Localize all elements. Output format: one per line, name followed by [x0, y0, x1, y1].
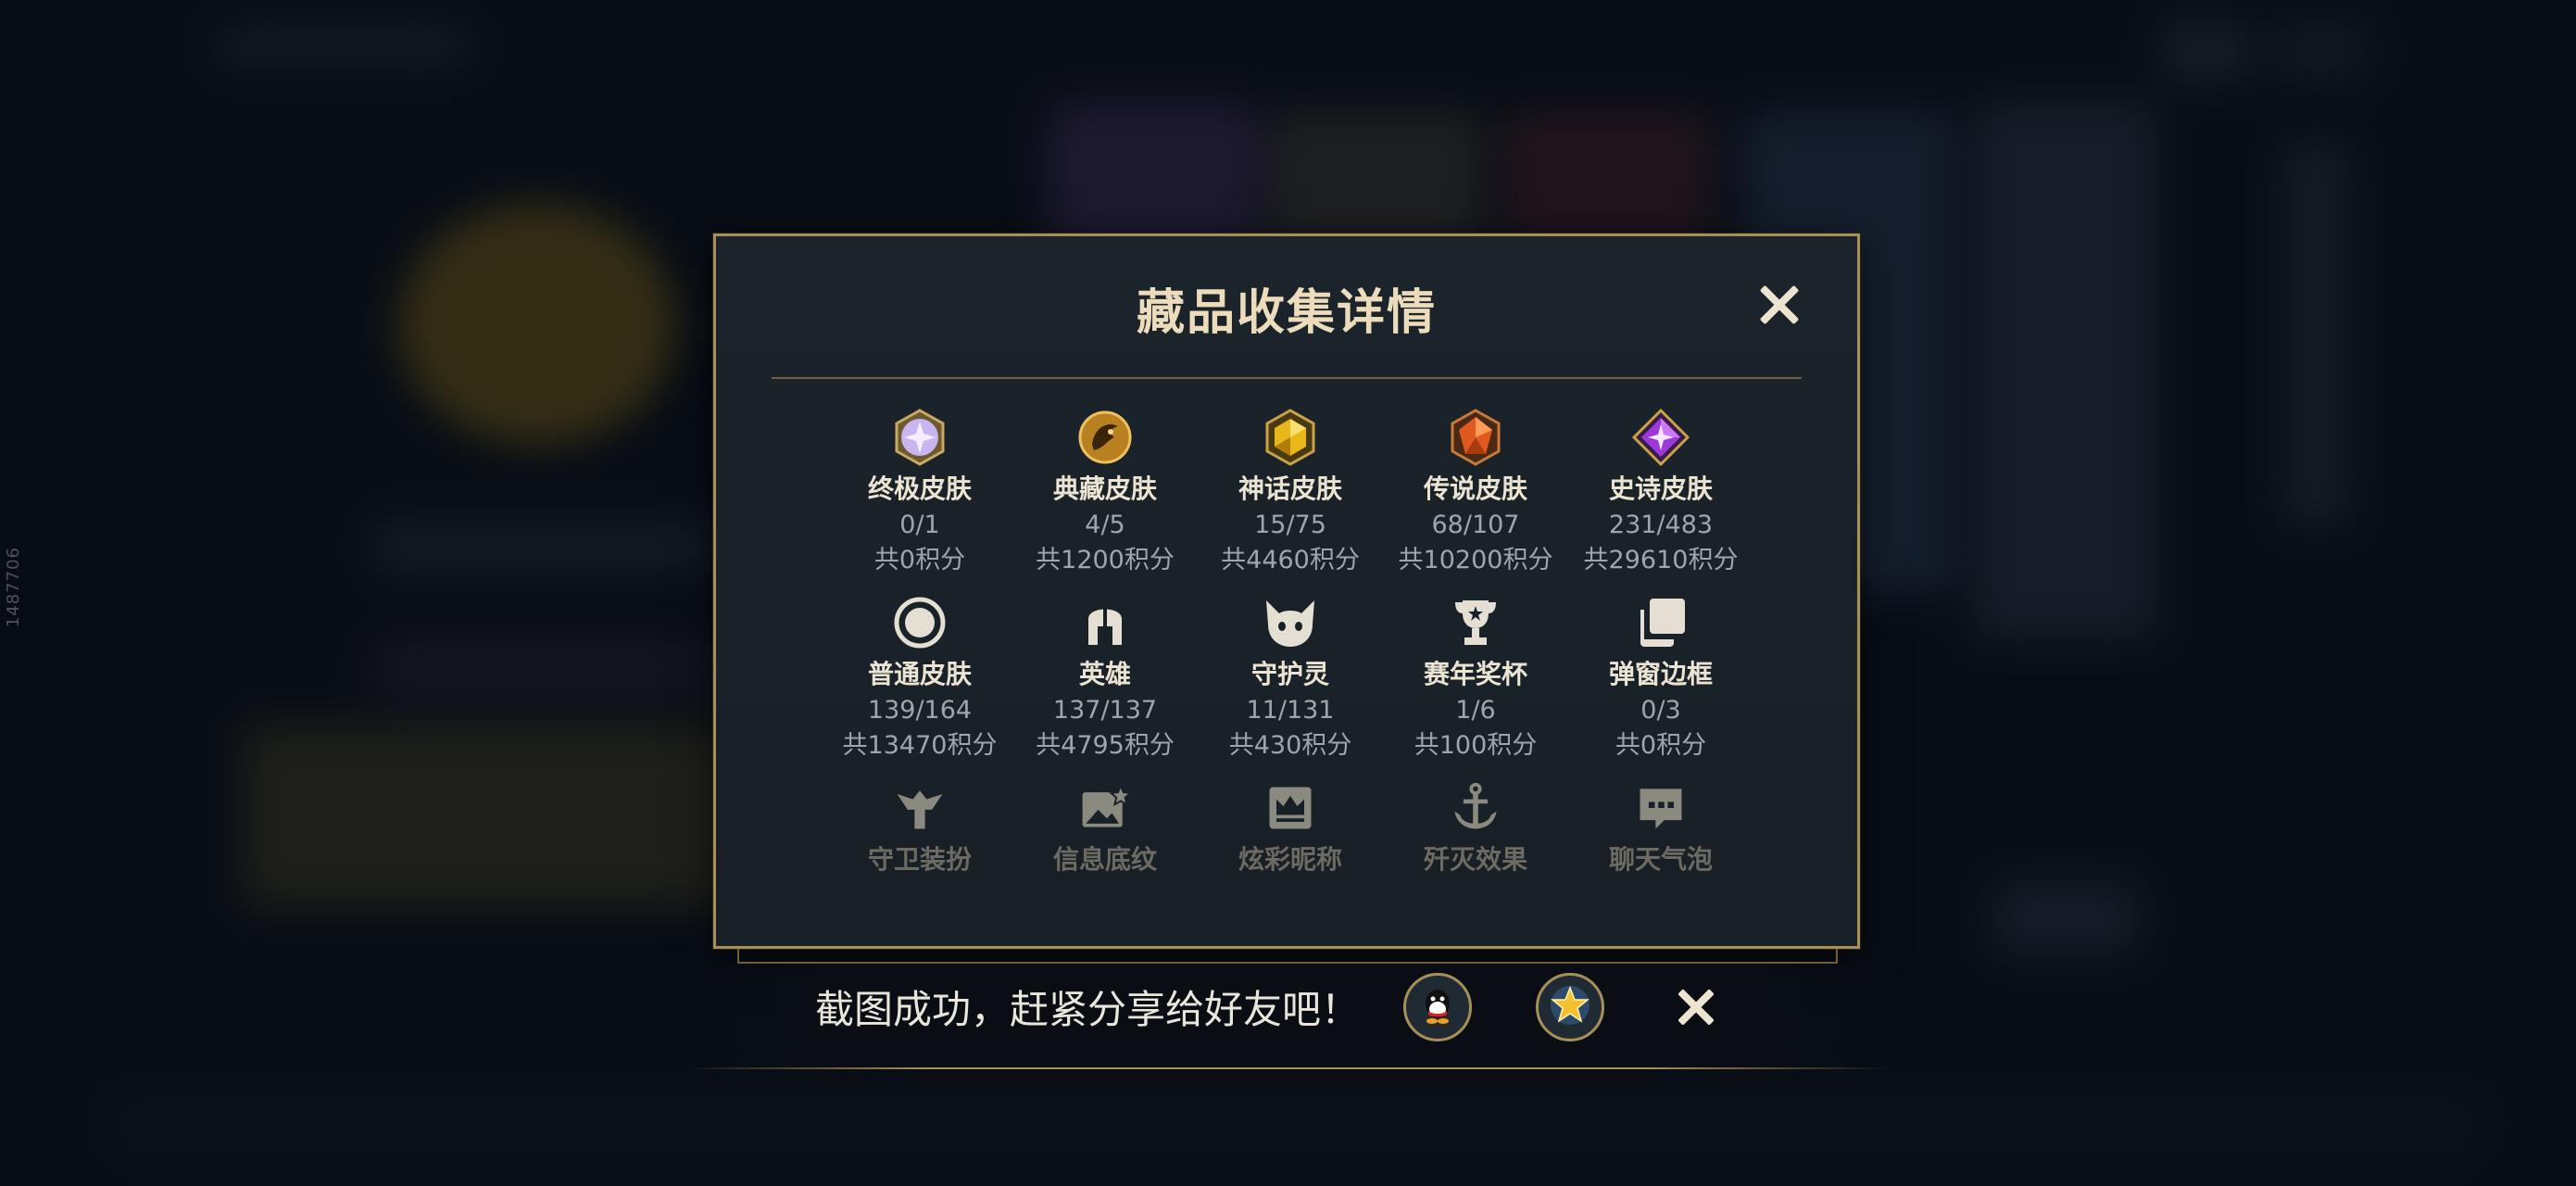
item-count: 11/131 — [1246, 696, 1335, 725]
item-name: 聊天气泡 — [1608, 844, 1713, 875]
side-build-id: 1487706 — [4, 547, 23, 628]
chat-bubble-icon — [1630, 778, 1691, 838]
collection-item-ward-spirit[interactable]: 守护灵 11/131 共430积分 — [1198, 593, 1383, 760]
item-name: 典藏皮肤 — [1052, 473, 1157, 504]
prestige-skin-icon — [1074, 408, 1136, 467]
item-points: 共29610积分 — [1583, 546, 1739, 574]
modal-close-button[interactable] — [1753, 279, 1805, 331]
toast-close-button[interactable] — [1672, 983, 1720, 1031]
item-name: 弹窗边框 — [1608, 659, 1713, 689]
collection-item-mythic[interactable]: 神话皮肤 15/75 共4460积分 — [1198, 408, 1383, 574]
item-name: 史诗皮肤 — [1608, 473, 1713, 504]
mythic-skin-icon — [1260, 408, 1321, 467]
item-count: 68/107 — [1431, 511, 1520, 539]
share-star-button[interactable] — [1536, 973, 1604, 1041]
champion-helmet-icon — [1074, 593, 1136, 652]
collection-details-modal: 藏品收集详情 终极皮肤 0/1 共0积分 典藏皮肤 4/5 共1200积分 神话… — [713, 233, 1860, 949]
popup-frame-icon — [1630, 593, 1691, 652]
collection-item-nameplate[interactable]: 炫彩昵称 — [1198, 778, 1383, 878]
item-name: 赛年奖杯 — [1423, 659, 1527, 689]
epic-skin-icon — [1630, 408, 1691, 467]
toast-message: 截图成功，赶紧分享给好友吧！ — [815, 987, 1361, 1032]
item-name: 传说皮肤 — [1423, 473, 1527, 504]
item-name: 炫彩昵称 — [1238, 844, 1342, 875]
trophy-icon — [1445, 593, 1506, 652]
item-name: 终极皮肤 — [867, 473, 972, 504]
collection-item-epic[interactable]: 史诗皮肤 231/483 共29610积分 — [1568, 408, 1753, 574]
item-count: 15/75 — [1254, 511, 1326, 539]
anchor-icon — [1445, 778, 1506, 838]
collection-item-banner[interactable]: 信息底纹 — [1012, 778, 1198, 878]
item-points: 共1200积分 — [1036, 546, 1175, 574]
collection-item-ultimate[interactable]: 终极皮肤 0/1 共0积分 — [827, 408, 1012, 574]
collection-item-prestige[interactable]: 典藏皮肤 4/5 共1200积分 — [1012, 408, 1198, 574]
item-count: 0/3 — [1640, 696, 1681, 725]
title-divider — [772, 377, 1802, 379]
item-name: 英雄 — [1078, 659, 1131, 689]
item-name: 信息底纹 — [1052, 844, 1157, 875]
item-count: 4/5 — [1085, 511, 1125, 539]
normal-skin-icon — [889, 593, 950, 652]
star-share-icon — [1547, 982, 1593, 1032]
item-name: 普通皮肤 — [867, 659, 972, 689]
collection-item-champion[interactable]: 英雄 137/137 共4795积分 — [1012, 593, 1198, 760]
item-name: 守护灵 — [1250, 659, 1329, 689]
collection-item-ace-effect[interactable]: 歼灭效果 — [1383, 778, 1568, 878]
modal-bottom-trim — [737, 949, 1838, 964]
crown-nameplate-icon — [1260, 778, 1321, 838]
item-name: 歼灭效果 — [1423, 844, 1527, 875]
collection-item-chat-bubble[interactable]: 聊天气泡 — [1568, 778, 1753, 878]
legendary-skin-icon — [1445, 408, 1506, 467]
item-points: 共4795积分 — [1036, 731, 1175, 760]
toast-divider — [685, 1067, 1890, 1069]
collection-item-trophy[interactable]: 赛年奖杯 1/6 共100积分 — [1383, 593, 1568, 760]
banner-icon — [1074, 778, 1136, 838]
collection-grid: 终极皮肤 0/1 共0积分 典藏皮肤 4/5 共1200积分 神话皮肤 15/7… — [827, 408, 1753, 878]
collection-item-ward-skin[interactable]: 守卫装扮 — [827, 778, 1012, 878]
item-points: 共13470积分 — [842, 731, 998, 760]
item-count: 1/6 — [1455, 696, 1496, 725]
ward-spirit-icon — [1260, 593, 1321, 652]
ultimate-skin-icon — [889, 408, 950, 467]
qq-share-icon — [1415, 983, 1460, 1031]
item-points: 共0积分 — [1615, 731, 1707, 760]
item-points: 共100积分 — [1414, 731, 1538, 760]
item-points: 共10200积分 — [1398, 546, 1553, 574]
item-points: 共0积分 — [873, 546, 966, 574]
item-count: 231/483 — [1608, 511, 1714, 539]
collection-item-normal-skin[interactable]: 普通皮肤 139/164 共13470积分 — [827, 593, 1012, 760]
item-count: 0/1 — [899, 511, 940, 539]
collection-item-popup-frame[interactable]: 弹窗边框 0/3 共0积分 — [1568, 593, 1753, 760]
item-points: 共430积分 — [1228, 731, 1352, 760]
modal-title: 藏品收集详情 — [1136, 285, 1437, 341]
game-lobby: 1487706 藏品收集详情 终极皮肤 0/1 共0积分 典藏皮肤 4/5 共1… — [0, 0, 2576, 1186]
share-qq-button[interactable] — [1403, 973, 1472, 1041]
item-points: 共4460积分 — [1221, 546, 1360, 574]
item-name: 神话皮肤 — [1238, 473, 1342, 504]
item-count: 137/137 — [1052, 696, 1158, 725]
collection-item-legendary[interactable]: 传说皮肤 68/107 共10200积分 — [1383, 408, 1568, 574]
item-count: 139/164 — [867, 696, 973, 725]
ward-skin-icon — [889, 778, 950, 838]
item-name: 守卫装扮 — [867, 844, 972, 875]
